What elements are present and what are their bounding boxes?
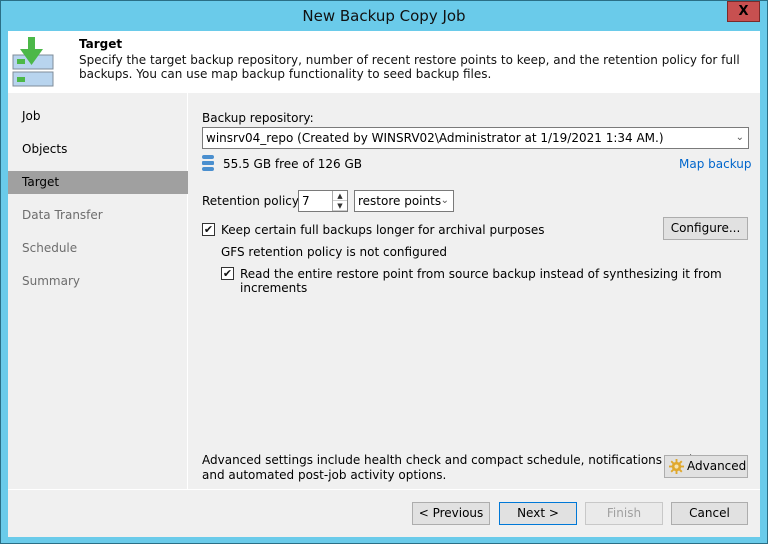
cancel-button[interactable]: Cancel <box>671 502 748 525</box>
stepper-up-icon[interactable]: ▲ <box>333 191 347 201</box>
gear-icon <box>669 459 684 474</box>
retention-value: 7 <box>302 194 310 208</box>
dialog-window: New Backup Copy Job X Target Specify the… <box>0 0 768 544</box>
advanced-description: Advanced settings include health check a… <box>202 453 718 483</box>
page-description: Specify the target backup repository, nu… <box>79 53 740 81</box>
dialog-client: Target Specify the target backup reposit… <box>8 31 760 537</box>
stepper-buttons: ▲ ▼ <box>332 191 347 211</box>
footer-divider <box>8 489 760 490</box>
backup-target-icon <box>12 37 54 87</box>
wizard-content: Backup repository: winsrv04_repo (Create… <box>189 93 760 489</box>
database-icon <box>202 155 214 171</box>
repository-select[interactable]: winsrv04_repo (Created by WINSRV02\Admin… <box>202 127 749 149</box>
sidebar-item-objects[interactable]: Objects <box>8 138 188 161</box>
gfs-status-text: GFS retention policy is not configured <box>221 245 447 259</box>
sidebar-item-summary: Summary <box>22 274 80 288</box>
chevron-down-icon: ⌄ <box>735 132 744 143</box>
advanced-desc-line1: Advanced settings include health check a… <box>202 453 718 467</box>
advanced-desc-line2: and automated post-job activity options. <box>202 468 447 482</box>
keep-full-checkbox[interactable]: ✔ <box>202 223 215 236</box>
retention-unit-select[interactable]: restore points ⌄ <box>354 190 454 212</box>
configure-button[interactable]: Configure... <box>663 217 748 240</box>
sidebar-item-job[interactable]: Job <box>8 105 188 128</box>
map-backup-link[interactable]: Map backup <box>679 157 752 171</box>
wizard-header: Target Specify the target backup reposit… <box>8 31 760 93</box>
page-title: Target <box>79 37 123 51</box>
close-button[interactable]: X <box>727 1 760 22</box>
retention-stepper[interactable]: 7 ▲ ▼ <box>298 190 348 212</box>
finish-button: Finish <box>585 502 663 525</box>
repository-value: winsrv04_repo (Created by WINSRV02\Admin… <box>206 131 664 145</box>
wizard-steps: Job Objects Target Data Transfer Schedul… <box>8 93 188 489</box>
advanced-button-label: Advanced <box>687 459 747 473</box>
stepper-down-icon[interactable]: ▼ <box>333 201 347 211</box>
sidebar-item-schedule: Schedule <box>22 241 78 255</box>
next-button[interactable]: Next > <box>499 502 577 525</box>
sidebar-item-target[interactable]: Target <box>8 171 188 194</box>
read-entire-checkbox[interactable]: ✔ <box>221 267 234 280</box>
read-entire-label: Read the entire restore point from sourc… <box>240 267 722 295</box>
advanced-button[interactable]: Advanced <box>664 455 748 478</box>
retention-unit-value: restore points <box>358 194 442 208</box>
free-space-text: 55.5 GB free of 126 GB <box>223 157 362 171</box>
retention-label: Retention policy: <box>202 194 303 208</box>
keep-full-label: Keep certain full backups longer for arc… <box>221 223 545 237</box>
previous-button[interactable]: < Previous <box>412 502 490 525</box>
sidebar-item-data-transfer: Data Transfer <box>22 208 103 222</box>
window-title: New Backup Copy Job <box>302 7 466 25</box>
repository-label: Backup repository: <box>202 111 314 125</box>
chevron-down-icon: ⌄ <box>440 195 449 206</box>
